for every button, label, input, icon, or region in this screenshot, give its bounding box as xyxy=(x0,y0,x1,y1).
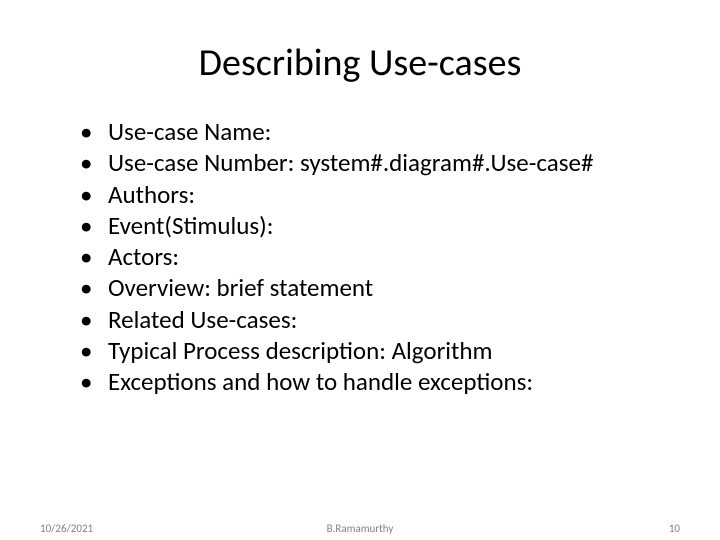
footer-date: 10/26/2021 xyxy=(40,522,93,535)
list-item: Related Use-cases: xyxy=(80,304,660,335)
list-item: Exceptions and how to handle exceptions: xyxy=(80,366,660,397)
bullet-list: Use-case Name: Use-case Number: system#.… xyxy=(60,116,660,397)
footer-author: B.Ramamurthy xyxy=(327,522,394,535)
list-item: Use-case Number: system#.diagram#.Use-ca… xyxy=(80,147,660,178)
list-item: Typical Process description: Algorithm xyxy=(80,335,660,366)
slide-container: Describing Use-cases Use-case Name: Use-… xyxy=(0,0,720,540)
list-item: Actors: xyxy=(80,241,660,272)
list-item: Overview: brief statement xyxy=(80,272,660,303)
footer-page-number: 10 xyxy=(669,522,680,535)
list-item: Use-case Name: xyxy=(80,116,660,147)
list-item: Authors: xyxy=(80,179,660,210)
slide-title: Describing Use-cases xyxy=(60,40,660,86)
list-item: Event(Stimulus): xyxy=(80,210,660,241)
